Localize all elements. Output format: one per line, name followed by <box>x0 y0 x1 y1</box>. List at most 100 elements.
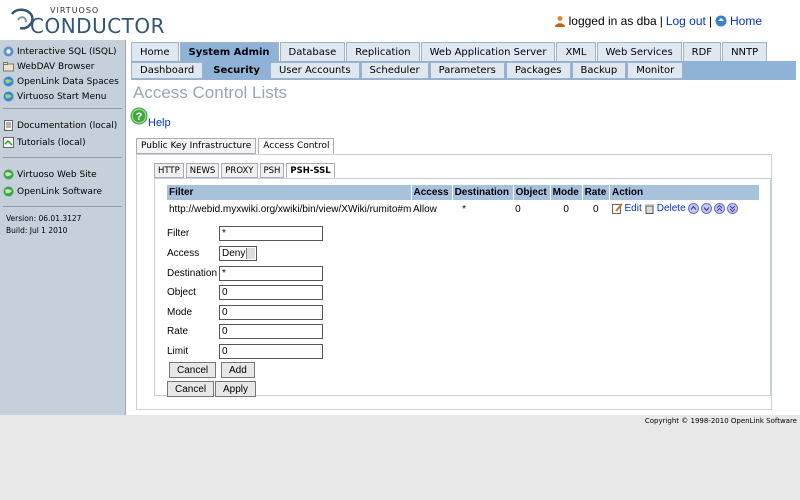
tab-web-services[interactable]: Web Services <box>596 42 682 61</box>
help-link[interactable]: Help <box>148 117 171 129</box>
sidebar-item-label: Tutorials (local) <box>17 137 86 148</box>
edit-icon[interactable] <box>611 202 623 214</box>
trash-icon[interactable] <box>644 203 655 214</box>
sidebar-item-label: Virtuoso Start Menu <box>17 91 107 102</box>
apply-button[interactable]: Apply <box>215 381 257 397</box>
protocol-tabs: HTTP NEWS PROXY PSH PSH-SSL <box>154 163 337 178</box>
sidebar-item-webdav[interactable]: WebDAV Browser <box>3 59 122 74</box>
tab-packages[interactable]: Packages <box>505 62 571 79</box>
user-icon <box>554 16 565 27</box>
sidebar-item-tutorials[interactable]: Tutorials (local) <box>3 134 122 151</box>
col-access: Access <box>411 185 453 200</box>
access-select[interactable]: Deny <box>219 245 257 261</box>
col-action: Action <box>609 185 760 200</box>
tab-xml[interactable]: XML <box>556 42 596 61</box>
add-button[interactable]: Add <box>221 362 255 378</box>
build-text: Build: Jul 1 2010 <box>6 226 68 235</box>
sidebar-item-label: Interactive SQL (ISQL) <box>17 46 117 57</box>
logged-in-text: logged in as dba <box>568 14 657 28</box>
db-icon <box>3 46 14 57</box>
tab-scheduler[interactable]: Scheduler <box>360 62 429 79</box>
sidebar-item-label: OpenLink Data Spaces <box>17 76 119 87</box>
main-nav: Home System Admin Database Replication W… <box>131 42 768 61</box>
tab-news[interactable]: NEWS <box>185 163 220 178</box>
tab-replication[interactable]: Replication <box>346 42 420 61</box>
table-header-row: Filter Access Destination Object Mode Ra… <box>167 185 760 200</box>
action-group: Edit Delete <box>611 202 738 214</box>
tab-system-admin[interactable]: System Admin <box>179 42 279 61</box>
cell-action: Edit Delete <box>610 200 760 219</box>
copyright-text: Copyright © 1998-2010 OpenLink Software <box>644 417 797 425</box>
tab-access-control[interactable]: Access Control <box>258 138 335 154</box>
col-filter: Filter <box>167 185 412 200</box>
access-control-panel: HTTP NEWS PROXY PSH PSH-SSL Filter Acces… <box>136 154 772 410</box>
cell-destination: * <box>462 204 466 215</box>
move-bottom-icon[interactable] <box>726 202 738 214</box>
version-text: Version: 06.01.3127 <box>6 214 82 223</box>
sidebar: Interactive SQL (ISQL) WebDAV Browser Op… <box>0 40 126 415</box>
filter-input[interactable]: * <box>219 225 323 241</box>
tab-http[interactable]: HTTP <box>154 163 184 178</box>
home-link[interactable]: Home <box>730 14 762 28</box>
tab-monitor[interactable]: Monitor <box>627 62 684 79</box>
separator: | <box>659 14 663 28</box>
tutorial-icon <box>3 137 14 148</box>
globe-icon <box>3 169 14 180</box>
globe-icon <box>3 91 14 102</box>
tab-home[interactable]: Home <box>131 42 179 61</box>
cancel-button[interactable]: Cancel <box>169 362 217 378</box>
tab-proxy[interactable]: PROXY <box>221 163 258 178</box>
sidebar-item-documentation[interactable]: Documentation (local) <box>3 117 122 134</box>
tab-pki[interactable]: Public Key Infrastructure <box>136 138 257 154</box>
sidebar-item-label: WebDAV Browser <box>17 61 95 72</box>
version-info: Version: 06.01.3127 Build: Jul 1 2010 <box>0 207 125 243</box>
sidebar-item-ods[interactable]: OpenLink Data Spaces <box>3 74 122 89</box>
move-up-icon[interactable] <box>700 202 712 214</box>
sidebar-item-start-menu[interactable]: Virtuoso Start Menu <box>3 89 122 104</box>
sidebar-item-openlink[interactable]: OpenLink Software <box>3 183 122 200</box>
chevron-down-icon <box>246 247 255 259</box>
tab-rdf[interactable]: RDF <box>682 42 722 61</box>
move-down-icon[interactable] <box>713 202 725 214</box>
cell-mode: 0 <box>563 204 569 215</box>
table-row: http://webid.myxwiki.org/xwiki/bin/view/… <box>167 200 760 219</box>
tab-nntp[interactable]: NNTP <box>722 42 768 61</box>
globe-icon <box>3 76 14 87</box>
destination-input[interactable]: * <box>219 265 323 281</box>
svg-text:?: ? <box>136 111 143 123</box>
delete-link[interactable]: Delete <box>657 203 686 214</box>
cell-access: Allow <box>413 204 437 215</box>
tab-dashboard[interactable]: Dashboard <box>131 62 204 79</box>
tab-web-app-server[interactable]: Web Application Server <box>420 42 556 61</box>
tab-parameters[interactable]: Parameters <box>429 62 505 79</box>
folder-icon <box>3 62 14 72</box>
tab-psh[interactable]: PSH <box>259 163 285 178</box>
sidebar-item-isql[interactable]: Interactive SQL (ISQL) <box>3 44 122 59</box>
tab-security[interactable]: Security <box>204 62 269 79</box>
access-selected: Deny <box>222 247 246 259</box>
help-icon[interactable]: ? <box>130 107 148 125</box>
move-top-icon[interactable] <box>687 202 699 214</box>
limit-input[interactable]: 0 <box>219 343 323 359</box>
mode-label: Mode <box>167 306 193 318</box>
tab-database[interactable]: Database <box>279 42 346 61</box>
tab-user-accounts[interactable]: User Accounts <box>269 62 360 79</box>
doc-icon <box>4 120 13 131</box>
rate-input[interactable]: 0 <box>219 323 323 339</box>
object-input[interactable]: 0 <box>219 284 323 300</box>
sidebar-group-docs: Documentation (local) Tutorials (local) <box>3 111 122 158</box>
logo[interactable]: VIRTUOSO CONDUCTOR <box>8 4 165 38</box>
sub-nav: Dashboard Security User Accounts Schedul… <box>131 61 796 80</box>
logout-link[interactable]: Log out <box>666 14 706 28</box>
tab-backup[interactable]: Backup <box>571 62 627 79</box>
footer: Copyright © 1998-2010 OpenLink Software <box>0 415 800 500</box>
separator: | <box>708 14 712 28</box>
globe-icon <box>3 186 14 197</box>
edit-link[interactable]: Edit <box>625 203 642 214</box>
sidebar-item-label: OpenLink Software <box>17 186 103 197</box>
sidebar-item-label: Documentation (local) <box>17 120 118 131</box>
mode-input[interactable]: 0 <box>219 304 323 320</box>
tab-psh-ssl[interactable]: PSH-SSL <box>286 163 335 178</box>
sidebar-item-virtuoso-site[interactable]: Virtuoso Web Site <box>3 166 122 183</box>
cancel-form-button[interactable]: Cancel <box>167 381 215 397</box>
